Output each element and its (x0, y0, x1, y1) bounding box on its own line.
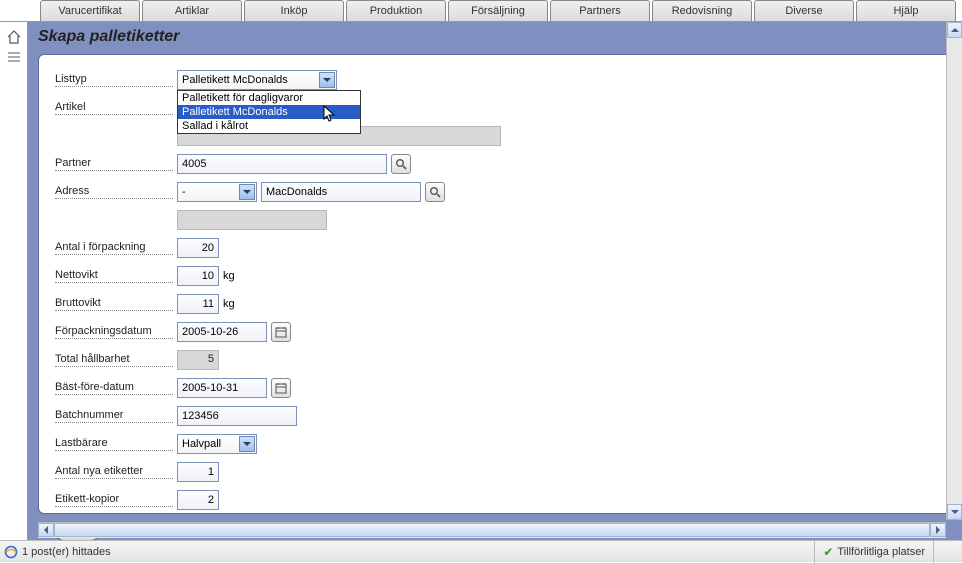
unit-kg: kg (223, 270, 235, 282)
status-separator (814, 541, 815, 563)
antal-nya-input[interactable] (177, 462, 219, 482)
listtyp-option-1[interactable]: Palletikett McDonalds (178, 105, 360, 119)
home-icon[interactable] (0, 30, 27, 47)
chevron-down-icon[interactable] (239, 436, 255, 452)
label-nettovikt: Nettovikt (55, 269, 173, 283)
forpackningsdatum-calendar-button[interactable] (271, 322, 291, 342)
search-icon (395, 158, 407, 170)
scroll-right-icon[interactable] (930, 523, 946, 537)
tab-hjalp[interactable]: Hjälp (856, 0, 956, 21)
label-forpackningsdatum: Förpackningsdatum (55, 325, 173, 339)
left-sidebar (0, 22, 28, 540)
search-icon (429, 186, 441, 198)
horizontal-scrollbar[interactable] (38, 522, 946, 538)
listtyp-option-0[interactable]: Palletikett för dagligvaror (178, 91, 360, 105)
lastbarare-select[interactable]: Halvpall (177, 434, 257, 454)
tab-partners[interactable]: Partners (550, 0, 650, 21)
status-bar: 1 post(er) hittades ✔ Tillförlitliga pla… (0, 540, 962, 562)
label-listtyp: Listtyp (55, 73, 173, 87)
label-bast-fore: Bäst-före-datum (55, 381, 173, 395)
listtyp-select[interactable]: Palletikett McDonalds (177, 70, 337, 90)
chevron-down-icon[interactable] (239, 184, 255, 200)
listtyp-value: Palletikett McDonalds (182, 74, 288, 86)
adress-display (177, 210, 327, 230)
ie-icon (4, 545, 18, 559)
calendar-icon (275, 326, 287, 338)
listtyp-option-2[interactable]: Sallad i kålrot (178, 119, 360, 133)
label-artikel: Artikel (55, 101, 173, 115)
label-total-hallbarhet: Total hållbarhet (55, 353, 173, 367)
adress-select-value: - (182, 186, 186, 198)
adress-select[interactable]: - (177, 182, 257, 202)
batchnummer-input[interactable] (177, 406, 297, 426)
scroll-down-icon[interactable] (947, 504, 962, 520)
label-etikett-kopior: Etikett-kopior (55, 493, 173, 507)
main-area: Skapa palletiketter Listtyp Palletikett … (0, 22, 962, 540)
status-right-text: Tillförlitliga platser (837, 546, 925, 558)
page-title: Skapa palletiketter (38, 24, 960, 54)
label-lastbarare: Lastbärare (55, 437, 173, 451)
tab-varucertifikat[interactable]: Varucertifikat (40, 0, 140, 21)
shield-icon: ✔ (823, 545, 833, 559)
vertical-scrollbar[interactable] (946, 22, 962, 520)
listtyp-dropdown: Palletikett för dagligvaror Palletikett … (177, 90, 361, 134)
lastbarare-value: Halvpall (182, 438, 221, 450)
bast-fore-input[interactable] (177, 378, 267, 398)
label-adress: Adress (55, 185, 173, 199)
tab-redovisning[interactable]: Redovisning (652, 0, 752, 21)
nettovikt-input[interactable] (177, 266, 219, 286)
status-left-text: 1 post(er) hittades (22, 546, 111, 558)
status-separator (933, 541, 934, 563)
scroll-thumb[interactable] (54, 523, 930, 537)
scroll-left-icon[interactable] (38, 523, 54, 537)
label-partner: Partner (55, 157, 173, 171)
partner-input[interactable] (177, 154, 387, 174)
label-bruttovikt: Bruttovikt (55, 297, 173, 311)
form-panel: Listtyp Palletikett McDonalds Palletiket… (38, 54, 960, 514)
chevron-down-icon[interactable] (319, 72, 335, 88)
forpackningsdatum-input[interactable] (177, 322, 267, 342)
bast-fore-calendar-button[interactable] (271, 378, 291, 398)
tab-inkop[interactable]: Inköp (244, 0, 344, 21)
total-hallbarhet-display: 5 (177, 350, 219, 370)
unit-kg: kg (223, 298, 235, 310)
list-icon[interactable] (0, 51, 27, 66)
calendar-icon (275, 382, 287, 394)
tab-diverse[interactable]: Diverse (754, 0, 854, 21)
scroll-up-icon[interactable] (947, 22, 962, 38)
adress-search-button[interactable] (425, 182, 445, 202)
partner-search-button[interactable] (391, 154, 411, 174)
adress-text-input[interactable] (261, 182, 421, 202)
bruttovikt-input[interactable] (177, 294, 219, 314)
tab-produktion[interactable]: Produktion (346, 0, 446, 21)
label-antal-forpackning: Antal i förpackning (55, 241, 173, 255)
top-tab-bar: Varucertifikat Artiklar Inköp Produktion… (0, 0, 962, 22)
label-batchnummer: Batchnummer (55, 409, 173, 423)
etikett-kopior-input[interactable] (177, 490, 219, 510)
label-antal-nya: Antal nya etiketter (55, 465, 173, 479)
tab-forsaljning[interactable]: Försäljning (448, 0, 548, 21)
tab-artiklar[interactable]: Artiklar (142, 0, 242, 21)
content-frame: Skapa palletiketter Listtyp Palletikett … (28, 22, 962, 540)
antal-forpackning-input[interactable] (177, 238, 219, 258)
